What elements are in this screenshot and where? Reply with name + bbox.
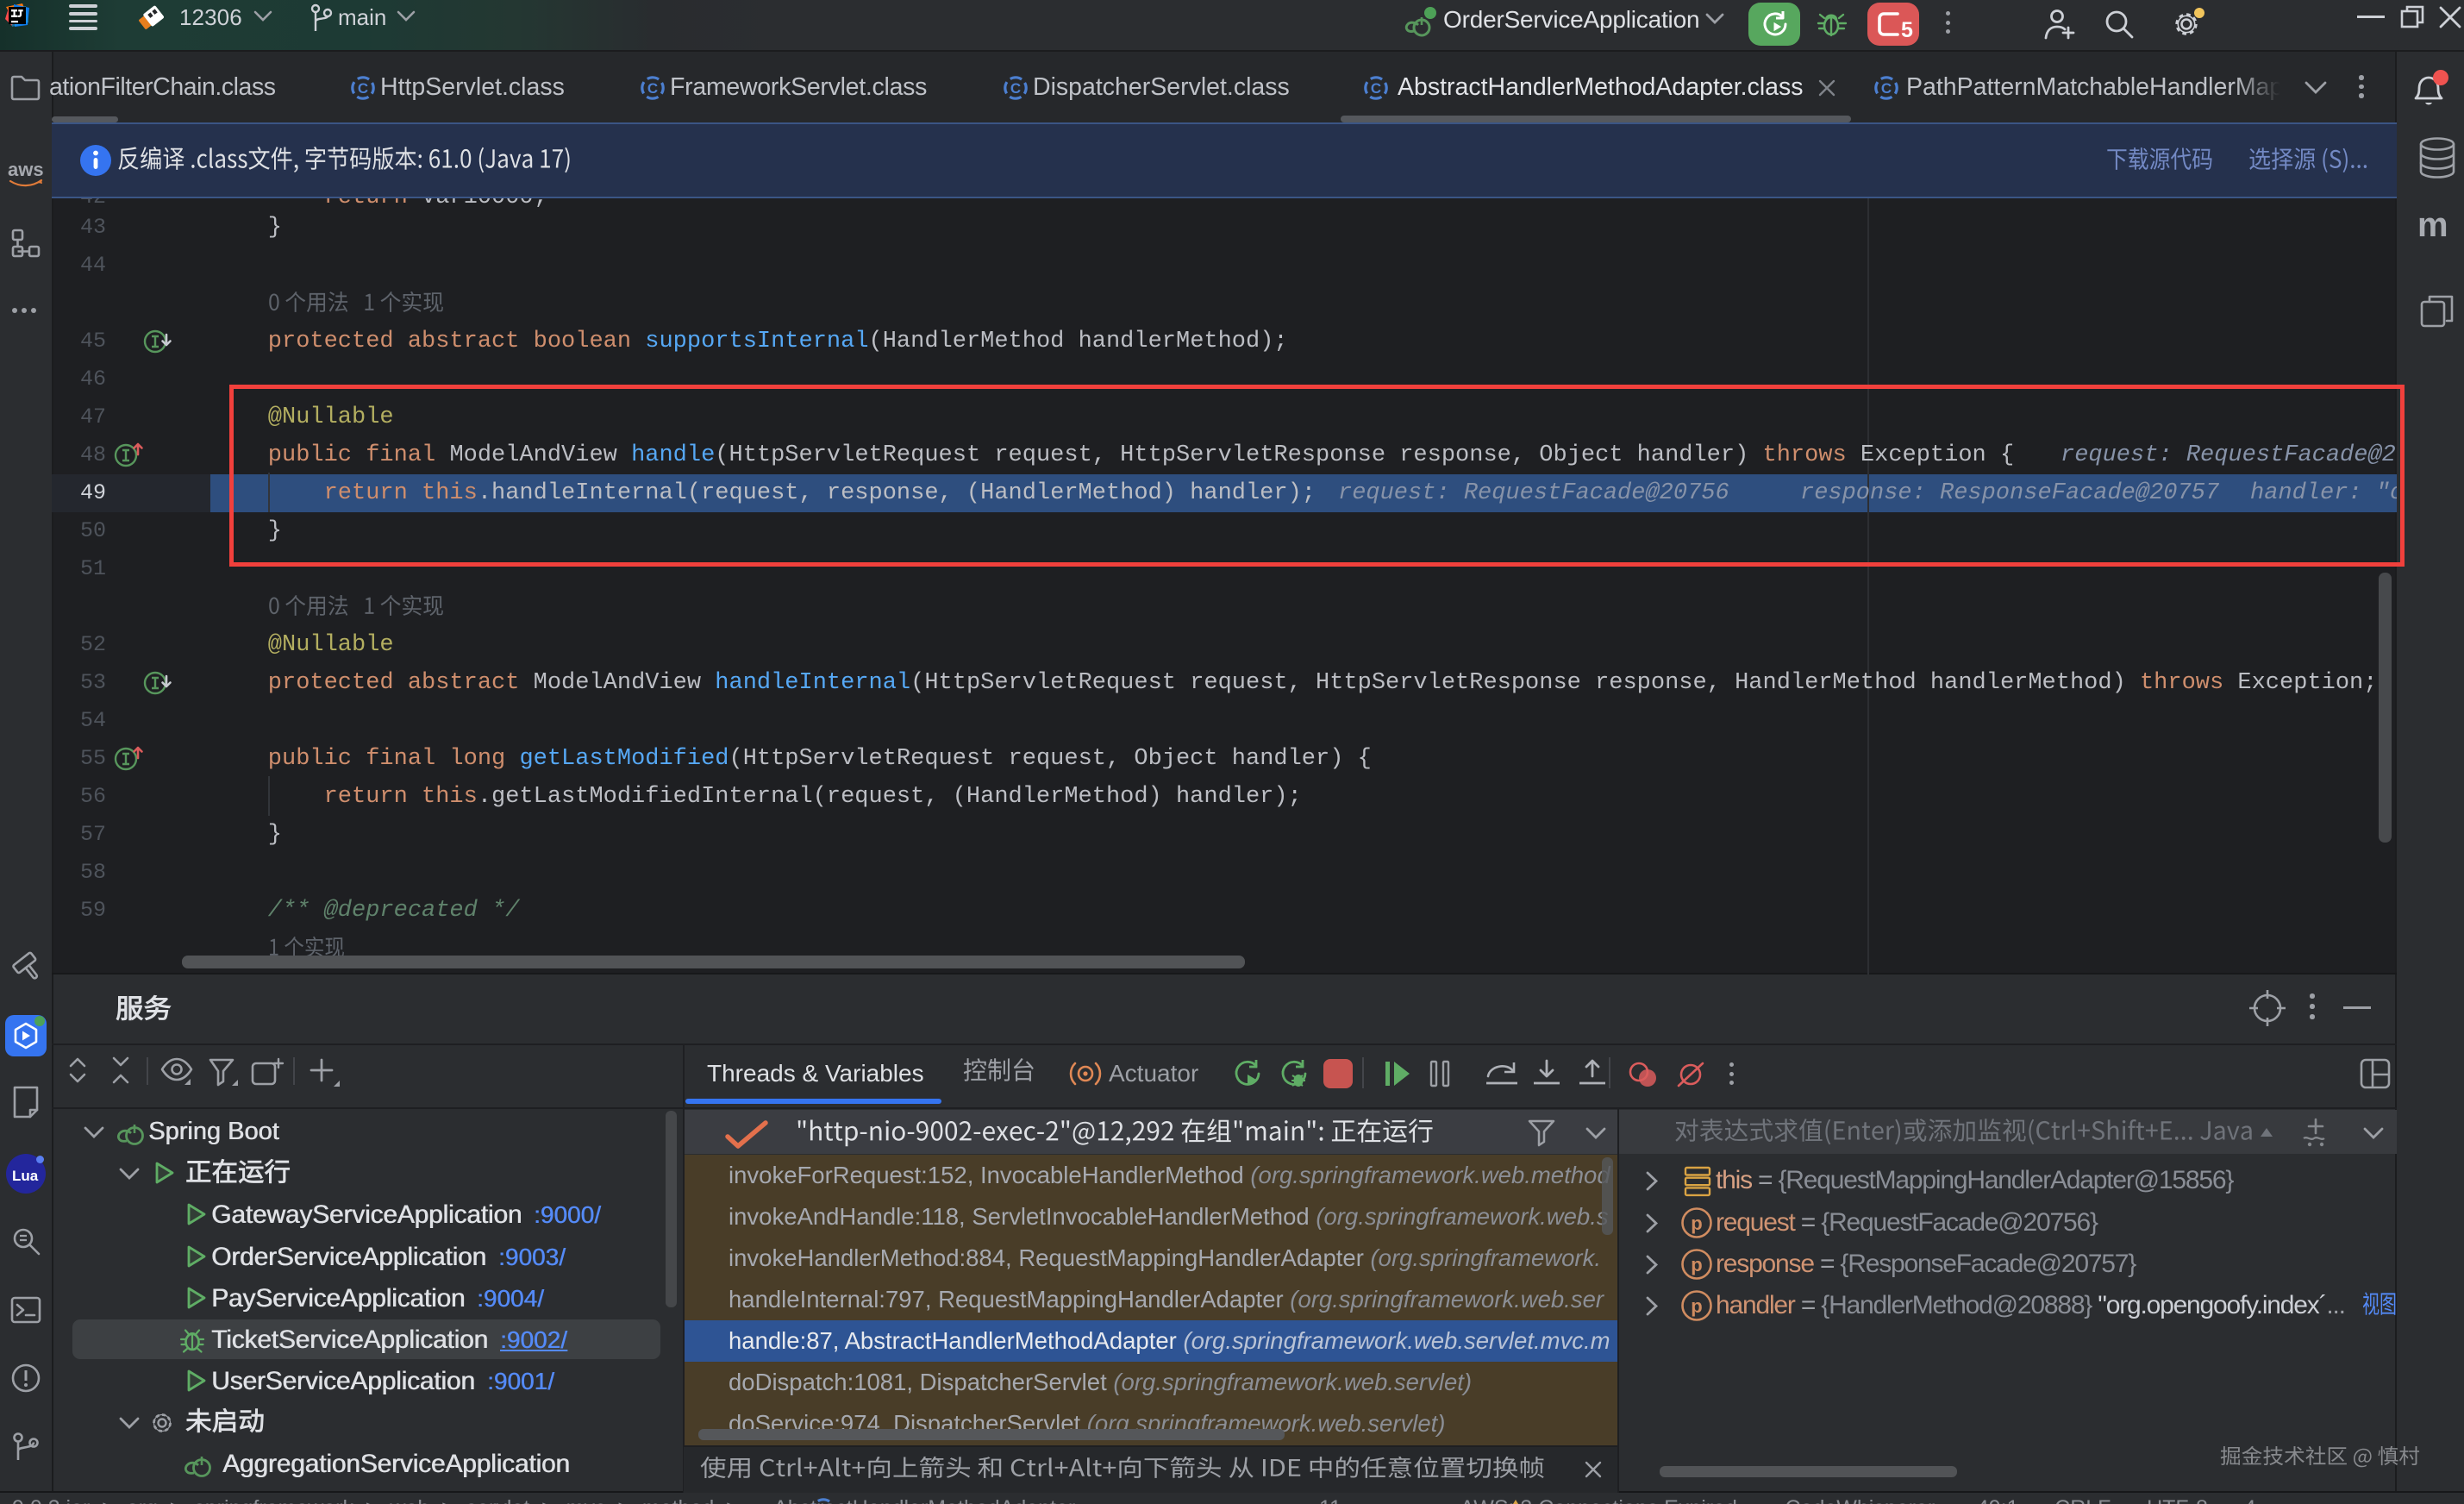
svg-text:C: C — [1010, 80, 1021, 97]
svg-text:C: C — [1881, 80, 1892, 97]
svg-text:C: C — [647, 80, 658, 97]
svg-text:p: p — [1691, 1254, 1702, 1275]
svg-text:C: C — [1371, 80, 1381, 97]
svg-text:p: p — [1691, 1213, 1702, 1234]
svg-text:p: p — [1691, 1295, 1702, 1317]
svg-text:C: C — [358, 80, 368, 97]
svg-text:5: 5 — [1901, 18, 1913, 39]
